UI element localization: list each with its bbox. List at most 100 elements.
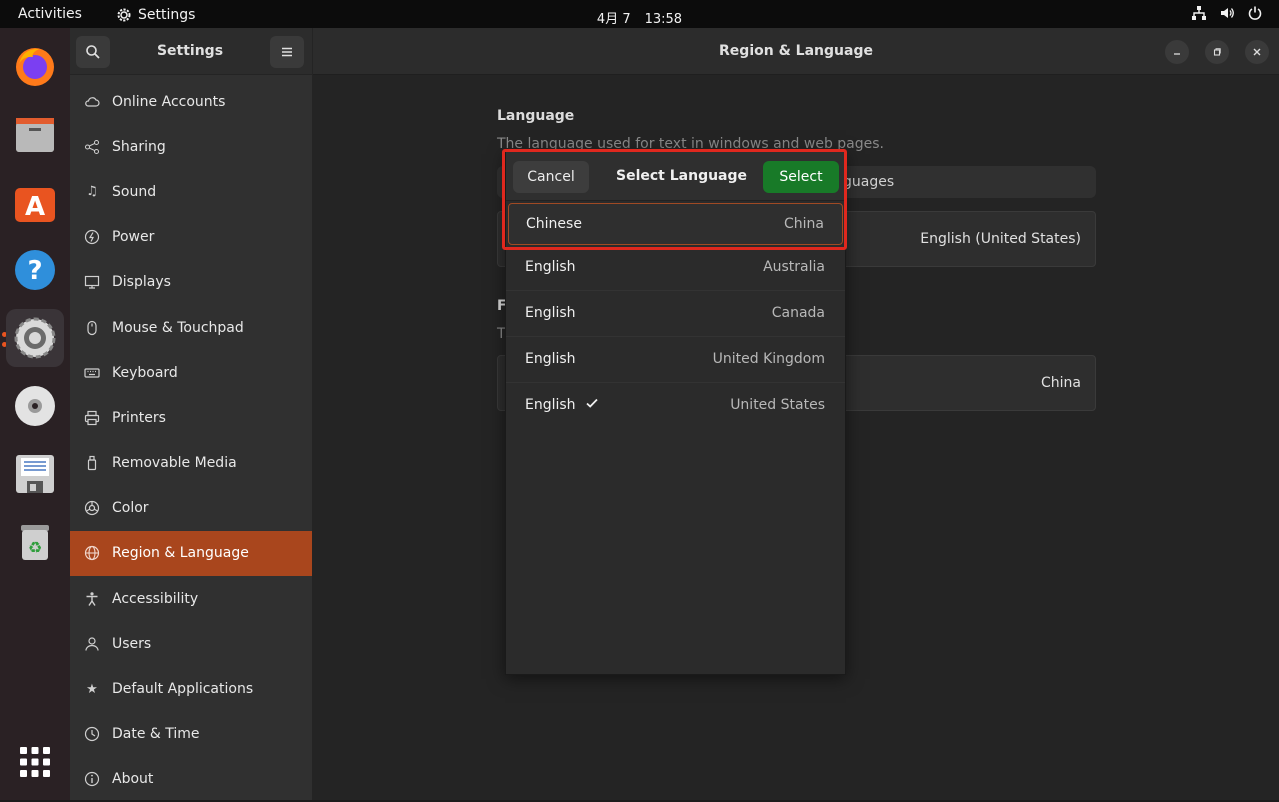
language-name: Chinese (526, 216, 582, 232)
firefox-launcher[interactable] (6, 37, 64, 95)
trash-icon: ♻ (21, 525, 49, 560)
sidebar-header: Settings (70, 28, 312, 75)
color-icon (84, 500, 100, 516)
sidebar-item-about[interactable]: About (70, 757, 312, 802)
sidebar-item-sound[interactable]: ♫ Sound (70, 169, 312, 214)
sidebar-item-label: Region & Language (112, 545, 249, 562)
sidebar-item-mouse-touchpad[interactable]: Mouse & Touchpad (70, 305, 312, 350)
sidebar-item-label: Default Applications (112, 681, 254, 698)
sidebar-item-sharing[interactable]: Sharing (70, 124, 312, 169)
sidebar-item-date-time[interactable]: Date & Time (70, 712, 312, 757)
settings-launcher[interactable] (6, 309, 64, 367)
language-row-chinese-china[interactable]: Chinese China (508, 203, 843, 245)
network-icon[interactable] (1191, 5, 1207, 21)
sidebar-item-label: About (112, 771, 154, 788)
app-center-launcher[interactable]: A (6, 173, 64, 231)
sidebar-item-label: Sharing (112, 138, 166, 155)
language-row-english-canada[interactable]: English Canada (506, 291, 845, 337)
sidebar-item-label: Power (112, 229, 155, 246)
select-button[interactable]: Select (763, 161, 839, 193)
monitor-icon (84, 274, 100, 290)
users-icon (84, 636, 100, 652)
language-name: English (525, 397, 576, 413)
globe-icon (84, 545, 100, 561)
sidebar-item-color[interactable]: Color (70, 486, 312, 531)
save-icon (16, 455, 54, 493)
language-region: Australia (763, 259, 825, 275)
dialog-title: Select Language (616, 168, 748, 184)
files-launcher[interactable] (6, 105, 64, 163)
close-button[interactable] (1245, 40, 1269, 64)
svg-text:A: A (25, 192, 45, 222)
clock-time[interactable]: 13:58 (645, 12, 682, 27)
language-name: English (525, 351, 576, 367)
share-icon (84, 139, 100, 155)
sidebar-item-users[interactable]: Users (70, 621, 312, 666)
sidebar-item-keyboard[interactable]: Keyboard (70, 350, 312, 395)
sidebar-item-label: Sound (112, 183, 157, 200)
save-launcher[interactable] (6, 445, 64, 503)
dialog-header: Cancel Select Language Select (506, 151, 845, 201)
minimize-icon (1174, 53, 1180, 55)
language-region: Canada (771, 305, 825, 321)
sidebar-item-label: Online Accounts (112, 93, 226, 110)
checkmark-icon (584, 395, 600, 415)
power-icon[interactable] (1247, 5, 1263, 21)
language-row-english-united-kingdom[interactable]: English United Kingdom (506, 337, 845, 383)
help-icon: ? (15, 250, 55, 290)
app-center-icon: A (15, 188, 55, 222)
language-list: Chinese China English Australia English … (506, 201, 845, 429)
restore-icon (1213, 48, 1221, 56)
firefox-icon (16, 48, 54, 86)
select-language-dialog: Cancel Select Language Select Chinese Ch… (505, 150, 846, 675)
app-menu[interactable]: Settings (116, 5, 195, 25)
system-tray[interactable] (1191, 5, 1263, 21)
sidebar-item-default-applications[interactable]: ★ Default Applications (70, 666, 312, 711)
maximize-button[interactable] (1205, 40, 1229, 64)
volume-icon[interactable] (1219, 5, 1235, 21)
settings-icon (14, 317, 56, 359)
svg-text:?: ? (27, 256, 42, 286)
sidebar-list: Online Accounts Sharing ♫ Sound Power Di… (70, 79, 312, 802)
sidebar-item-label: Color (112, 500, 149, 517)
close-icon (1253, 48, 1261, 56)
disc-icon (15, 386, 55, 426)
language-row-english-australia[interactable]: English Australia (506, 245, 845, 291)
app-grid-icon (20, 747, 50, 777)
cloud-icon (84, 94, 100, 110)
language-region: United Kingdom (712, 351, 825, 367)
sidebar-item-printers[interactable]: Printers (70, 395, 312, 440)
manage-languages-label: guages (843, 174, 895, 190)
minimize-button[interactable] (1165, 40, 1189, 64)
sidebar-item-power[interactable]: Power (70, 215, 312, 260)
help-launcher[interactable]: ? (6, 241, 64, 299)
main-header: Region & Language (313, 28, 1279, 75)
keyboard-icon (84, 365, 100, 381)
trash-launcher[interactable]: ♻ (6, 513, 64, 571)
sidebar-item-label: Printers (112, 409, 166, 426)
power-icon (84, 229, 100, 245)
printer-icon (84, 410, 100, 426)
music-note-icon: ♫ (86, 184, 98, 200)
sidebar-item-displays[interactable]: Displays (70, 260, 312, 305)
language-heading: Language (497, 108, 575, 124)
sidebar-item-region-language[interactable]: Region & Language (70, 530, 312, 577)
sidebar-item-removable-media[interactable]: Removable Media (70, 441, 312, 486)
main-menu-button[interactable] (270, 36, 304, 68)
accessibility-icon (84, 591, 100, 607)
clock-date[interactable]: 4月 7 (597, 12, 631, 27)
svg-text:♻: ♻ (28, 538, 42, 557)
app-name: Settings (138, 7, 196, 23)
activities-button[interactable]: Activities (18, 6, 82, 22)
top-bar: Activities Settings 4月 7 13:58 (0, 0, 1279, 28)
sidebar-item-accessibility[interactable]: Accessibility (70, 576, 312, 621)
cancel-button[interactable]: Cancel (513, 161, 589, 193)
settings-sidebar: Settings Online Accounts Sharing ♫ Sound… (70, 28, 313, 800)
language-row-english-united-states[interactable]: English United States (506, 383, 845, 429)
disc-launcher[interactable] (6, 377, 64, 435)
sidebar-item-label: Keyboard (112, 364, 178, 381)
app-grid-launcher[interactable] (6, 733, 64, 791)
sidebar-item-online-accounts[interactable]: Online Accounts (70, 79, 312, 124)
mouse-icon (84, 320, 100, 336)
usb-icon (84, 455, 100, 471)
